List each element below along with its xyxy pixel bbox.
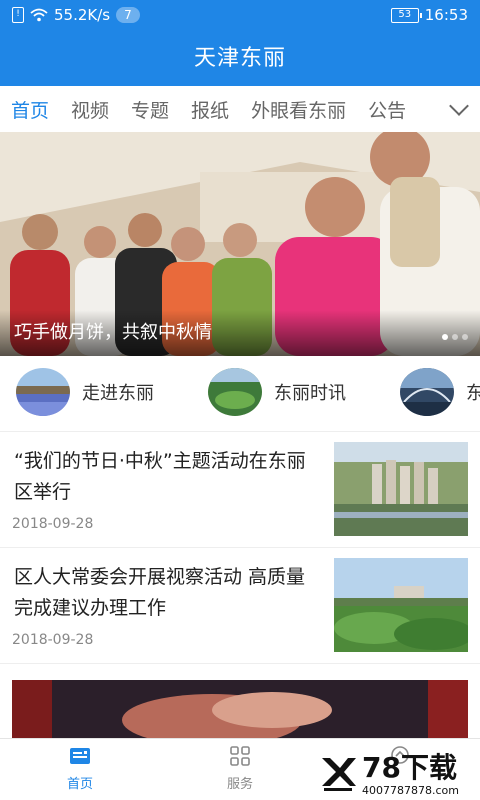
news-title: “我们的节日·中秋”主题活动在东丽区举行 [14,450,306,503]
status-bar: ! 55.2K/s 7 53 16:53 [0,0,480,32]
more-tabs-button[interactable] [424,86,480,132]
app-title: 天津东丽 [0,32,480,86]
channel-label: 东丽时讯 [274,383,346,404]
watermark-title: 78下载 [362,751,457,784]
home-icon [70,748,90,764]
channel-tabs: 首页 视频 专题 报纸 外眼看东丽 公告 [0,86,480,132]
carousel-dot [442,334,448,340]
notification-count-badge: 7 [116,7,140,23]
app-screen: ! 55.2K/s 7 53 16:53 天津东丽 首页 视频 专题 报纸 外眼… [0,0,480,800]
grid-icon [230,746,250,766]
nav-label: 首页 [66,777,93,792]
headline-banner[interactable]: 巧手做月饼，共叙中秋情 [0,132,480,356]
clock: 16:53 [424,6,468,24]
tab-topics[interactable]: 专题 [120,96,180,123]
banner-caption: 巧手做月饼，共叙中秋情 [0,310,480,356]
wifi-icon [30,8,48,22]
carousel-dot [462,334,468,340]
sim-alert-icon: ! [12,7,24,23]
carousel-indicator [442,334,468,340]
news-thumbnail [334,558,468,652]
tab-notice[interactable]: 公告 [357,96,417,123]
channel-dongli-news[interactable]: 东丽时讯 [208,368,346,416]
nav-services[interactable]: 服务 [200,745,280,792]
channel-label: 走进东丽 [82,383,154,404]
carousel-dot [452,334,458,340]
channel-third[interactable]: 东 [400,368,480,416]
nav-home[interactable]: 首页 [40,745,120,792]
tab-home[interactable]: 首页 [0,96,60,123]
landscape-flowers-thumbnail [16,368,70,416]
quick-channels: 走进东丽 东丽时讯 东 [0,356,480,432]
chevron-down-icon [449,96,469,116]
news-date: 2018-09-28 [12,632,94,648]
news-thumbnail [334,442,468,536]
watermark-logo-icon [322,758,356,791]
news-item[interactable]: “我们的节日·中秋”主题活动在东丽区举行 2018-09-28 [0,432,480,548]
bridge-thumbnail [400,368,454,416]
featured-image[interactable] [12,680,468,740]
channel-label: 东 [466,379,480,405]
network-speed: 55.2K/s [54,6,111,24]
tab-outside-view[interactable]: 外眼看东丽 [240,96,357,123]
battery-icon: 53 [390,7,422,23]
watermark-url: 4007787878.com [362,784,459,797]
tab-video[interactable]: 视频 [60,96,120,123]
tab-newspaper[interactable]: 报纸 [180,96,240,123]
battery-level: 53 [398,8,412,20]
nav-label: 服务 [226,777,253,792]
news-date: 2018-09-28 [12,516,94,532]
news-item[interactable]: 区人大常委会开展视察活动 高质量完成建议办理工作 2018-09-28 [0,548,480,664]
park-aerial-thumbnail [208,368,262,416]
channel-explore-dongli[interactable]: 走进东丽 [16,368,154,416]
news-title: 区人大常委会开展视察活动 高质量完成建议办理工作 [14,566,306,619]
watermark: 78下载 4007787878.com [318,752,480,800]
